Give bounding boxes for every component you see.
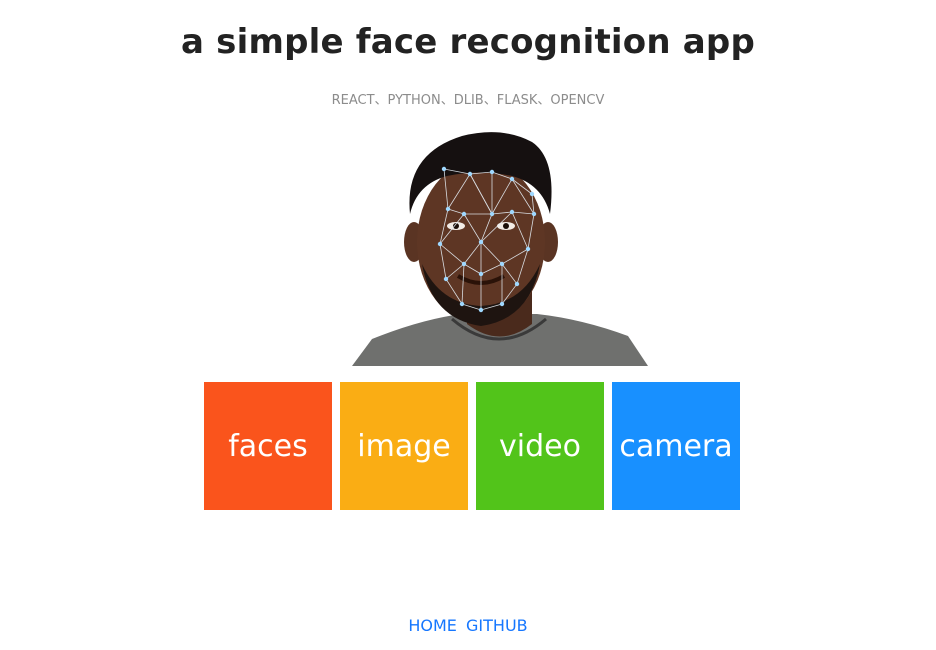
home-link[interactable]: HOME [408,616,457,635]
github-link[interactable]: GITHUB [466,616,528,635]
camera-tile[interactable]: camera [612,382,740,510]
feature-tiles: faces image video camera [204,382,740,510]
faces-tile[interactable]: faces [204,382,332,510]
video-tile[interactable]: video [476,382,604,510]
footer-nav: HOME GITHUB [0,616,936,635]
image-tile[interactable]: image [340,382,468,510]
page: a simple face recognition app REACT、PYTH… [0,0,936,650]
page-title: a simple face recognition app [180,22,756,62]
hero-face-image [352,132,648,366]
tech-stack-subtitle: REACT、PYTHON、DLIB、FLASK、OPENCV [331,93,605,108]
